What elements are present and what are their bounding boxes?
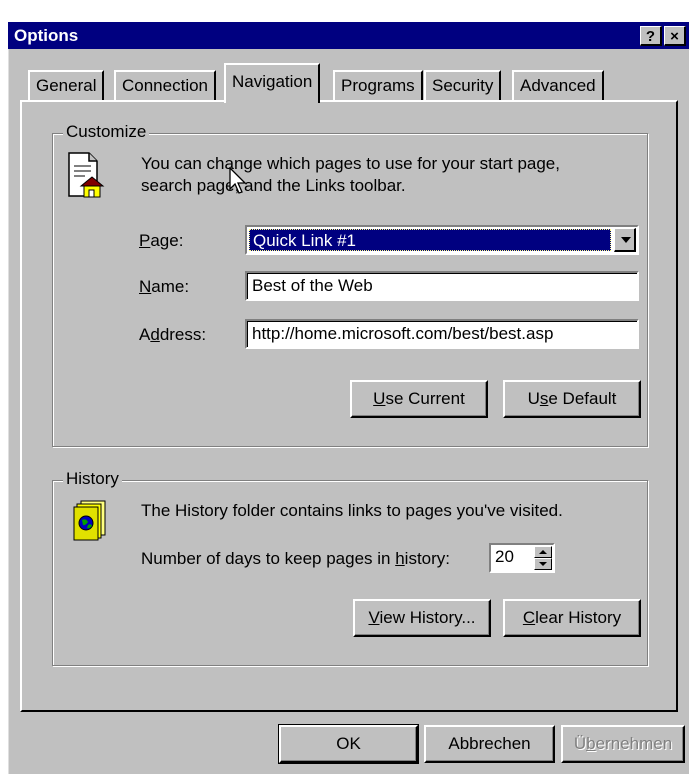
title-bar: Options ? × (8, 22, 689, 49)
history-group: History The History folder contains link… (52, 469, 648, 666)
history-group-label: History (63, 469, 122, 489)
window-title: Options (14, 26, 79, 45)
tab-connection[interactable]: Connection (114, 70, 217, 100)
view-history-button[interactable]: View History... (353, 599, 491, 637)
history-days-spinner[interactable]: 20 (489, 543, 555, 573)
customize-group-label: Customize (63, 122, 150, 142)
history-book-globe-icon (73, 499, 109, 546)
tab-security[interactable]: Security (424, 70, 502, 100)
ok-button[interactable]: OK (278, 724, 419, 764)
tab-advanced[interactable]: Advanced (512, 70, 604, 100)
tab-general[interactable]: General (28, 70, 105, 100)
spin-up-icon[interactable] (534, 546, 552, 558)
history-days-label: Number of days to keep pages in history: (141, 549, 451, 568)
use-current-button[interactable]: Use Current (350, 380, 488, 418)
chevron-down-icon[interactable] (614, 228, 636, 252)
name-label: Name: (139, 277, 190, 296)
tab-programs[interactable]: Programs (333, 70, 423, 100)
page-select-value: Quick Link #1 (249, 229, 611, 251)
use-default-button[interactable]: Use Default (503, 380, 641, 418)
history-days-value: 20 (495, 547, 514, 566)
page-with-house-icon (67, 152, 105, 203)
help-button[interactable]: ? (640, 26, 662, 46)
mouse-pointer-icon (229, 166, 247, 200)
history-description: The History folder contains links to pag… (141, 501, 563, 520)
close-button[interactable]: × (664, 26, 686, 46)
address-field[interactable]: http://home.microsoft.com/best/best.asp (245, 319, 639, 349)
clear-history-button[interactable]: Clear History (503, 599, 641, 637)
customize-description-line1: You can change which pages to use for yo… (141, 154, 560, 173)
spin-down-icon[interactable] (534, 558, 552, 570)
navigation-panel: Customize You can change which pages to … (20, 100, 678, 712)
cancel-button[interactable]: Abbrechen (424, 725, 555, 763)
customize-description-line2: search page, and the Links toolbar. (141, 176, 406, 195)
customize-group: Customize You can change which pages to … (52, 122, 648, 447)
page-select[interactable]: Quick Link #1 (245, 225, 639, 255)
page-label: Page: (139, 231, 184, 250)
apply-button[interactable]: Übernehmen (561, 725, 685, 763)
address-label: Address: (139, 325, 207, 344)
name-field[interactable]: Best of the Web (245, 271, 639, 301)
tab-navigation[interactable]: Navigation (224, 63, 321, 103)
